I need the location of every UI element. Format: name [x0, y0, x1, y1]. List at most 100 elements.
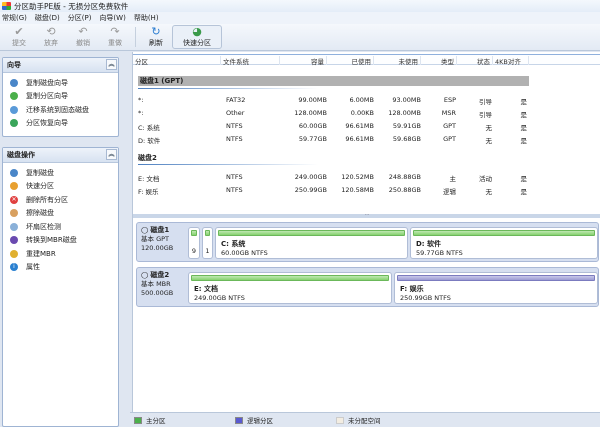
cell: 249.00GB — [294, 173, 327, 181]
op-convert-mbr[interactable]: 转换到MBR磁盘 — [3, 234, 118, 248]
cell: 96.61MB — [345, 122, 374, 130]
usage-bar — [191, 230, 197, 236]
cell: 128.00MB — [388, 109, 421, 117]
cell: MSR — [441, 109, 456, 117]
cell: 128.00MB — [294, 109, 327, 117]
convert-icon — [10, 236, 18, 245]
menu-help[interactable]: 帮助(H) — [134, 13, 159, 23]
wizard-migrate-os[interactable]: 迁移系统到固态磁盘 — [3, 103, 118, 117]
cell: 60.00GB — [298, 122, 327, 130]
cell: 是 — [520, 111, 528, 119]
usage-bar — [397, 275, 595, 281]
delete-icon: ✕ — [10, 195, 18, 204]
redo-button[interactable]: ↷ 重做 — [99, 25, 131, 49]
disk-icon: ◯ — [141, 226, 151, 234]
toolbar-separator — [135, 27, 136, 47]
op-copy-disk[interactable]: 复制磁盘 — [3, 166, 118, 180]
legend-primary: 主分区 — [146, 417, 166, 425]
cell: GPT — [443, 122, 456, 130]
menu-general[interactable]: 常规(G) — [2, 13, 27, 23]
menu-wizard[interactable]: 向导(W) — [99, 13, 125, 23]
usage-bar — [413, 230, 595, 236]
collapse-icon[interactable]: ︽ — [106, 149, 117, 160]
cell: FAT32 — [226, 96, 246, 104]
op-rebuild-mbr[interactable]: 重建MBR — [3, 247, 118, 261]
op-delete-all[interactable]: ✕ 删除所有分区 — [3, 193, 118, 207]
op-bad-sector[interactable]: 坏扇区检测 — [3, 220, 118, 234]
col-unused[interactable]: 未使用 — [374, 56, 421, 66]
cell: 引导 — [479, 111, 492, 119]
disk-icon: ◯ — [141, 271, 151, 279]
collapse-icon[interactable]: ︽ — [106, 59, 117, 70]
col-type[interactable]: 类型 — [421, 56, 457, 66]
disk1-map[interactable]: ◯ 磁盘1 基本 GPT 120.00GB 9 1 C: 系统 60.00GB NTF… — [136, 222, 599, 262]
disk1-header: 磁盘1 (GPT) — [138, 76, 529, 86]
wizard-partition-recovery[interactable]: 分区恢复向导 — [3, 117, 118, 131]
undo-button[interactable]: ↶ 撤销 — [67, 25, 99, 49]
partition-f[interactable]: F: 娱乐 250.99GB NTFS — [394, 272, 598, 304]
cell: D: 软件 — [138, 137, 161, 145]
refresh-button[interactable]: ↻ 刷新 — [140, 25, 172, 49]
cell: F: 娱乐 — [138, 188, 159, 196]
legend-unallocated: 未分配空间 — [348, 417, 381, 425]
partition-d[interactable]: D: 软件 59.77GB NTFS — [410, 227, 598, 259]
cell: NTFS — [226, 173, 243, 181]
col-4k-align[interactable]: 4KB对齐 — [493, 56, 529, 66]
logical-swatch — [235, 416, 243, 424]
splitter-handle[interactable]: ··· — [133, 213, 600, 218]
menu-disk[interactable]: 磁盘(D) — [35, 13, 60, 23]
col-partition[interactable]: 分区 — [133, 56, 221, 66]
op-wipe-disk[interactable]: 擦除磁盘 — [3, 207, 118, 221]
undo-icon: ↶ — [78, 25, 88, 38]
disk1-info: ◯ 磁盘1 基本 GPT 120.00GB — [141, 226, 174, 252]
quick-partition-button[interactable]: ◕ 快速分区 — [172, 25, 222, 49]
table-row[interactable]: D: 软件 NTFS 59.77GB 96.61MB 59.68GB GPT 无 是 — [133, 135, 600, 147]
menu-partition[interactable]: 分区(P) — [68, 13, 92, 23]
op-quick-partition[interactable]: 快速分区 — [3, 180, 118, 194]
toolbar: ✔ 提交 ⟲ 放弃 ↶ 撤销 ↷ 重做 ↻ 刷新 ◕ 快速分区 — [0, 24, 600, 51]
partition-c[interactable]: C: 系统 60.00GB NTFS — [215, 227, 408, 259]
op-properties[interactable]: i 属性 — [3, 261, 118, 275]
table-row[interactable]: *: FAT32 99.00MB 6.00MB 93.00MB ESP 引导 是 — [133, 96, 600, 108]
partition-e[interactable]: E: 文档 249.00GB NTFS — [188, 272, 392, 304]
disk-ops-header: 磁盘操作 ︽ — [3, 148, 118, 163]
wizard-copy-partition[interactable]: 复制分区向导 — [3, 90, 118, 104]
bad-sector-icon — [10, 222, 18, 231]
table-row[interactable]: C: 系统 NTFS 60.00GB 96.61MB 59.91GB GPT 无 是 — [133, 122, 600, 134]
check-icon: ✔ — [14, 25, 24, 38]
cell: 59.77GB — [298, 135, 327, 143]
cell: 无 — [485, 137, 493, 145]
col-used[interactable]: 已使用 — [327, 56, 374, 66]
col-status[interactable]: 状态 — [457, 56, 493, 66]
cell: 248.88GB — [388, 173, 421, 181]
window-title: 分区助手PE版 - 无损分区免费软件 — [14, 1, 129, 11]
info-icon: i — [10, 263, 18, 272]
cell: 活动 — [479, 175, 492, 183]
main-area: 分区 文件系统 容量 已使用 未使用 类型 状态 4KB对齐 磁盘1 (GPT)… — [132, 52, 600, 412]
usage-bar — [205, 230, 210, 236]
disk2-header: 磁盘2 — [138, 154, 157, 162]
usage-bar — [191, 275, 389, 281]
table-row[interactable]: F: 娱乐 NTFS 250.99GB 120.58MB 250.88GB 逻辑 无 是 — [133, 186, 600, 198]
col-capacity[interactable]: 容量 — [280, 56, 327, 66]
table-row[interactable]: *: Other 128.00MB 0.00KB 128.00MB MSR 引导 是 — [133, 109, 600, 121]
cell: 是 — [520, 98, 528, 106]
disk2-map[interactable]: ◯ 磁盘2 基本 MBR 500.00GB E: 文档 249.00GB NTFS F… — [136, 267, 599, 307]
migrate-icon — [10, 105, 18, 114]
partition-esp[interactable]: 9 — [188, 227, 200, 259]
cell: GPT — [443, 135, 456, 143]
column-header: 分区 文件系统 容量 已使用 未使用 类型 状态 4KB对齐 — [133, 54, 600, 66]
rebuild-icon — [10, 249, 18, 258]
cell: 引导 — [479, 98, 492, 106]
commit-button[interactable]: ✔ 提交 — [3, 25, 35, 49]
partition-msr[interactable]: 1 — [202, 227, 213, 259]
cell: 250.99GB — [294, 186, 327, 194]
cell: C: 系统 — [138, 124, 160, 132]
cell: 250.88GB — [388, 186, 421, 194]
table-row[interactable]: E: 文档 NTFS 249.00GB 120.52MB 248.88GB 主 活动 是 — [133, 173, 600, 185]
refresh-icon: ↻ — [151, 25, 161, 38]
discard-button[interactable]: ⟲ 放弃 — [35, 25, 67, 49]
divider — [138, 164, 318, 165]
col-filesystem[interactable]: 文件系统 — [221, 56, 280, 66]
wizard-copy-disk[interactable]: 复制磁盘向导 — [3, 76, 118, 90]
